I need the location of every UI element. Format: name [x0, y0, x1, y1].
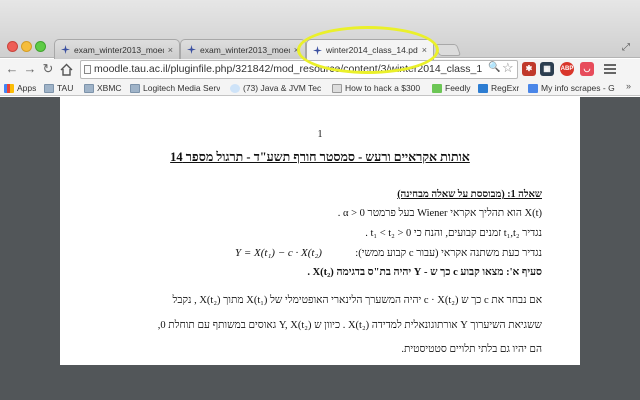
bookmark-label: Apps: [17, 83, 37, 93]
tab-label: exam_winter2013_moedA: [74, 44, 164, 55]
bookmark-hack[interactable]: How to hack a $300: [332, 82, 424, 94]
bookmark-tau[interactable]: TAU: [44, 82, 73, 94]
bookmark-info-scrapes[interactable]: My info scrapes - G: [528, 82, 622, 94]
pdf-page: 1 אותות אקראיים ורעש - סמסטר חורף תשע"ד …: [60, 97, 580, 365]
feedly-icon: [432, 83, 442, 93]
bookmark-regexr[interactable]: RegExr: [478, 82, 519, 94]
tab-close-icon[interactable]: ×: [422, 45, 427, 55]
tab-exam-1[interactable]: exam_winter2013_moedA ×: [54, 39, 180, 59]
bookmark-logitech[interactable]: Logitech Media Serv: [130, 82, 220, 94]
moodle-favicon-icon: [313, 45, 322, 55]
pdf-viewer[interactable]: 1 אותות אקראיים ורעש - סמסטר חורף תשע"ד …: [0, 97, 640, 400]
page-icon: [332, 83, 342, 93]
text-line-5: אם נבחר את c כך ש c · X(t₂) יהיה המשערך …: [172, 295, 542, 306]
folder-icon: [130, 83, 140, 93]
tab-label: exam_winter2013_moedA: [200, 44, 290, 55]
menu-icon[interactable]: [604, 64, 616, 74]
tab-exam-2[interactable]: exam_winter2013_moedA ×: [180, 39, 306, 59]
bookmark-label: Logitech Media Serv: [143, 83, 220, 93]
bookmark-label: How to hack a $300: [345, 83, 421, 93]
regexr-icon: [478, 83, 488, 93]
pocket-icon[interactable]: ◡: [580, 62, 594, 76]
tab-strip: exam_winter2013_moedA × exam_winter2013_…: [0, 0, 640, 60]
window-maximize-button[interactable]: [35, 41, 46, 52]
folder-icon: [84, 83, 94, 93]
bookmark-java-jvm[interactable]: (73) Java & JVM Tec: [230, 82, 322, 94]
apps-grid-icon: [4, 83, 14, 93]
question-heading: שאלה 1: (מבוססת על שאלה מבחינה): [397, 189, 542, 200]
text-line-3: נגדיר כעת משתנה אקראי (עבור c קבוע ממשי)…: [355, 248, 542, 259]
section-a-text: סעיף א': מצאו קבוע c כך ש - Y יהיה בת"ס …: [307, 267, 542, 278]
bookmark-xbmc[interactable]: XBMC: [84, 82, 122, 94]
page-icon: [84, 65, 91, 74]
fullscreen-icon[interactable]: ⤢: [618, 42, 634, 54]
back-button[interactable]: ←: [4, 61, 20, 77]
tab-close-icon[interactable]: ×: [168, 45, 173, 55]
new-tab-button[interactable]: [434, 44, 462, 56]
window-close-button[interactable]: [7, 41, 18, 52]
reddit-icon: [230, 83, 240, 93]
tab-label: winter2014_class_14.pdf: [326, 45, 418, 55]
address-bar[interactable]: moodle.tau.ac.il/pluginfile.php/321842/m…: [80, 60, 518, 79]
bookmark-label: XBMC: [97, 83, 122, 93]
text-line-7: הם יהיו גם בלתי תלויים סטטיסטית.: [401, 344, 542, 355]
document-title: אותות אקראיים ורעש - סמסטר חורף תשע"ד - …: [170, 150, 470, 164]
reload-button[interactable]: ↻: [40, 61, 56, 77]
grid-icon[interactable]: ▦: [540, 62, 554, 76]
bookmark-label: (73) Java & JVM Tec: [243, 83, 322, 93]
window-minimize-button[interactable]: [21, 41, 32, 52]
bookmarks-bar: Apps TAU XBMC Logitech Media Serv (73) J…: [0, 80, 640, 96]
bookmarks-overflow-icon[interactable]: »: [626, 81, 631, 91]
text-line-1: X(t) הוא תהליך אקראי Wiener בעל פרמטר α …: [337, 208, 542, 219]
zoom-icon[interactable]: 🔍: [488, 62, 500, 73]
bookmark-label: TAU: [57, 83, 74, 93]
page-number: 1: [317, 129, 323, 140]
translate-icon[interactable]: ✱: [522, 62, 536, 76]
bookmark-apps[interactable]: Apps: [4, 82, 36, 94]
bookmark-feedly[interactable]: Feedly: [432, 82, 471, 94]
text-line-2: נגדיר t₁,t₂ זמנים קבועים, והנח כי 0 < t₁…: [365, 228, 542, 239]
formula-y: Y = X(t₁) − c · X(t₂): [235, 247, 322, 259]
bookmark-label: Feedly: [445, 83, 471, 93]
bookmark-star-icon[interactable]: ☆: [502, 60, 514, 76]
browser-toolbar: ← → ↻ moodle.tau.ac.il/pluginfile.php/32…: [0, 59, 640, 80]
home-icon[interactable]: [60, 63, 73, 76]
moodle-favicon-icon: [187, 45, 196, 54]
tab-close-icon[interactable]: ×: [294, 45, 299, 55]
tab-winter2014-class14[interactable]: winter2014_class_14.pdf ×: [306, 39, 434, 60]
doc-icon: [528, 83, 538, 93]
moodle-favicon-icon: [61, 45, 70, 54]
folder-icon: [44, 83, 54, 93]
bookmark-label: RegExr: [491, 83, 520, 93]
forward-button[interactable]: →: [22, 61, 38, 77]
text-line-6: ששגיאת השיערוך Y אורתוגונאלית למדידה X(t…: [157, 320, 542, 331]
bookmark-label: My info scrapes - G: [541, 83, 615, 93]
adblock-icon[interactable]: ABP: [560, 62, 574, 76]
address-url: moodle.tau.ac.il/pluginfile.php/321842/m…: [94, 63, 483, 75]
